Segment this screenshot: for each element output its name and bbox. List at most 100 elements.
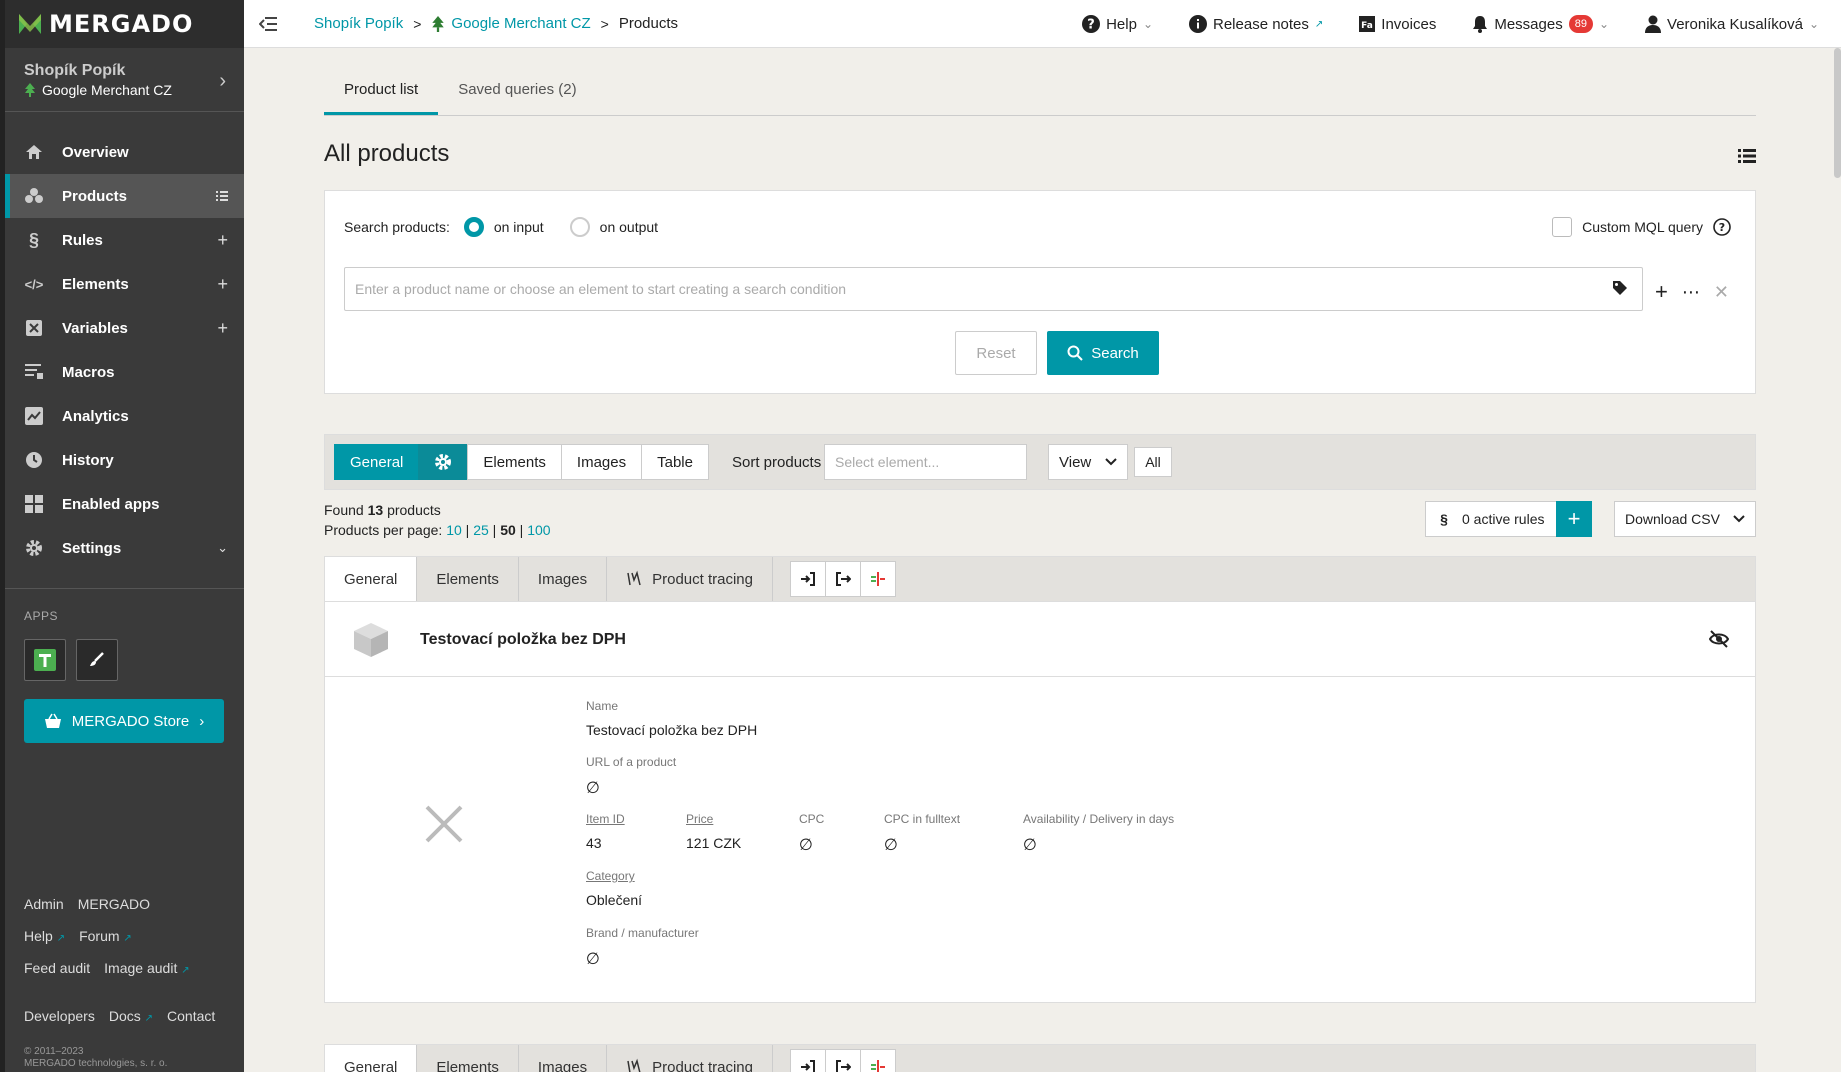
add-rule-button[interactable]: + — [1556, 501, 1592, 537]
plus-icon[interactable]: + — [217, 318, 228, 339]
release-notes-label: Release notes — [1213, 15, 1309, 33]
mergado-store-button[interactable]: MERGADO Store › — [24, 699, 224, 743]
link-contact[interactable]: Contact — [167, 1008, 215, 1024]
logo[interactable]: MERGADO — [5, 0, 244, 48]
card-tab-product-tracing[interactable]: Product tracing — [607, 1045, 773, 1072]
nav-macros[interactable]: Macros — [5, 350, 244, 394]
crumb-shop[interactable]: Shopík Popík — [314, 15, 403, 32]
crumb-channel[interactable]: Google Merchant CZ — [431, 15, 591, 32]
search-label: Search products: — [344, 219, 450, 235]
view-dropdown[interactable]: View — [1048, 444, 1128, 480]
tab-product-list[interactable]: Product list — [324, 48, 439, 115]
user-menu[interactable]: Veronika Kusalíková ⌄ — [1645, 15, 1819, 33]
tag-icon[interactable] — [1612, 280, 1628, 296]
scrollbar[interactable] — [1834, 48, 1841, 178]
nav-settings[interactable]: Settings ⌄ — [5, 526, 244, 570]
view-table-button[interactable]: Table — [641, 444, 709, 480]
radio-button[interactable] — [463, 217, 484, 237]
plus-icon[interactable]: + — [1655, 279, 1668, 305]
user-icon — [1645, 15, 1662, 33]
view-images-button[interactable]: Images — [560, 444, 643, 480]
messages-menu[interactable]: Messages 89 ⌄ — [1472, 15, 1609, 33]
link-image-audit[interactable]: Image audit ↗ — [104, 960, 189, 976]
card-tab-general[interactable]: General — [325, 557, 418, 601]
close-icon[interactable]: ✕ — [1714, 282, 1729, 303]
per-page-100[interactable]: 100 — [527, 522, 550, 538]
user-name: Veronika Kusalíková — [1667, 15, 1803, 33]
diff-view-button[interactable] — [860, 561, 896, 597]
invoices-link[interactable]: Fa Invoices — [1359, 16, 1436, 33]
nav-variables[interactable]: Variables + — [5, 306, 244, 350]
help-menu[interactable]: ? Help ⌄ — [1082, 15, 1153, 33]
sort-element-select[interactable]: Select element... — [824, 444, 1027, 480]
list-view-icon[interactable] — [1738, 148, 1756, 164]
plus-icon[interactable]: + — [217, 230, 228, 251]
search-button[interactable]: Search — [1047, 331, 1159, 375]
per-page-50[interactable]: 50 — [500, 522, 516, 538]
download-csv-dropdown[interactable]: Download CSV — [1614, 501, 1756, 537]
card-tab-elements[interactable]: Elements — [417, 557, 519, 601]
mql-checkbox[interactable] — [1552, 217, 1573, 237]
macro-icon — [24, 362, 44, 382]
input-view-button[interactable] — [790, 561, 826, 597]
link-developers[interactable]: Developers — [24, 1008, 95, 1024]
question-circle-icon[interactable]: ? — [1713, 218, 1731, 236]
active-rules-label: 0 active rules — [1462, 511, 1545, 527]
search-input[interactable]: Enter a product name or choose an elemen… — [344, 267, 1643, 311]
link-forum[interactable]: Forum ↗ — [79, 928, 132, 944]
chevron-down-icon[interactable]: ⌄ — [217, 540, 228, 556]
card-tab-images[interactable]: Images — [519, 557, 608, 601]
shop-name: Shopík Popík — [24, 62, 126, 79]
release-notes-link[interactable]: Release notes ↗ — [1189, 15, 1323, 33]
link-docs[interactable]: Docs ↗ — [109, 1008, 153, 1024]
more-icon[interactable]: ⋯ — [1682, 282, 1700, 303]
view-elements-button[interactable]: Elements — [467, 444, 562, 480]
chevron-right-icon: › — [199, 712, 205, 730]
app-tile-brush[interactable] — [76, 639, 118, 681]
link-docs-label: Docs — [108, 1008, 141, 1024]
link-mergado[interactable]: MERGADO — [78, 896, 150, 912]
output-view-button[interactable] — [825, 561, 861, 597]
diff-view-button[interactable] — [860, 1049, 896, 1072]
custom-mql-toggle[interactable]: Custom MQL query ? — [1552, 217, 1731, 237]
nav-elements[interactable]: </> Elements + — [5, 262, 244, 306]
radio-button[interactable] — [569, 217, 590, 237]
plus-icon[interactable]: + — [217, 274, 228, 295]
per-page-10[interactable]: 10 — [446, 522, 462, 538]
link-feed-audit[interactable]: Feed audit — [24, 960, 90, 976]
list-icon[interactable] — [216, 191, 228, 201]
basket-icon — [44, 713, 61, 728]
app-tile-t[interactable] — [24, 639, 66, 681]
nav-products[interactable]: Products — [5, 174, 244, 218]
view-settings-button[interactable] — [418, 444, 469, 480]
active-rules-button[interactable]: § 0 active rules + — [1425, 501, 1592, 537]
per-page-25[interactable]: 25 — [473, 522, 489, 538]
chevron-right-icon: > — [413, 15, 422, 32]
card-tab-product-tracing[interactable]: Product tracing — [607, 557, 773, 601]
field-brand: Brand / manufacturer ∅ — [586, 926, 699, 969]
card-tab-images[interactable]: Images — [519, 1045, 608, 1072]
shop-switcher[interactable]: Shopík Popík Google Merchant CZ › — [5, 48, 244, 112]
nav-enabled-apps[interactable]: Enabled apps — [5, 482, 244, 526]
radio-on-output[interactable]: on output — [569, 217, 658, 237]
link-admin[interactable]: Admin — [24, 896, 64, 912]
card-tab-elements[interactable]: Elements — [417, 1045, 519, 1072]
nav-analytics[interactable]: Analytics — [5, 394, 244, 438]
nav-overview[interactable]: Overview — [5, 130, 244, 174]
chevron-right-icon: > — [600, 15, 609, 32]
view-general-button[interactable]: General — [334, 444, 420, 480]
collapse-sidebar-button[interactable] — [244, 0, 292, 48]
tab-saved-queries[interactable]: Saved queries (2) — [438, 48, 596, 115]
input-view-button[interactable] — [790, 1049, 826, 1072]
all-button[interactable]: All — [1134, 447, 1172, 477]
output-view-button[interactable] — [825, 1049, 861, 1072]
radio-on-input[interactable]: on input — [463, 217, 544, 237]
gear-icon — [24, 538, 44, 558]
link-help[interactable]: Help ↗ — [24, 928, 65, 944]
reset-button[interactable]: Reset — [955, 331, 1037, 375]
nav-history[interactable]: History — [5, 438, 244, 482]
card-tab-general[interactable]: General — [325, 1045, 418, 1072]
crumb-channel-label: Google Merchant CZ — [451, 15, 591, 32]
nav-rules[interactable]: § Rules + — [5, 218, 244, 262]
eye-slash-icon[interactable] — [1709, 630, 1729, 648]
